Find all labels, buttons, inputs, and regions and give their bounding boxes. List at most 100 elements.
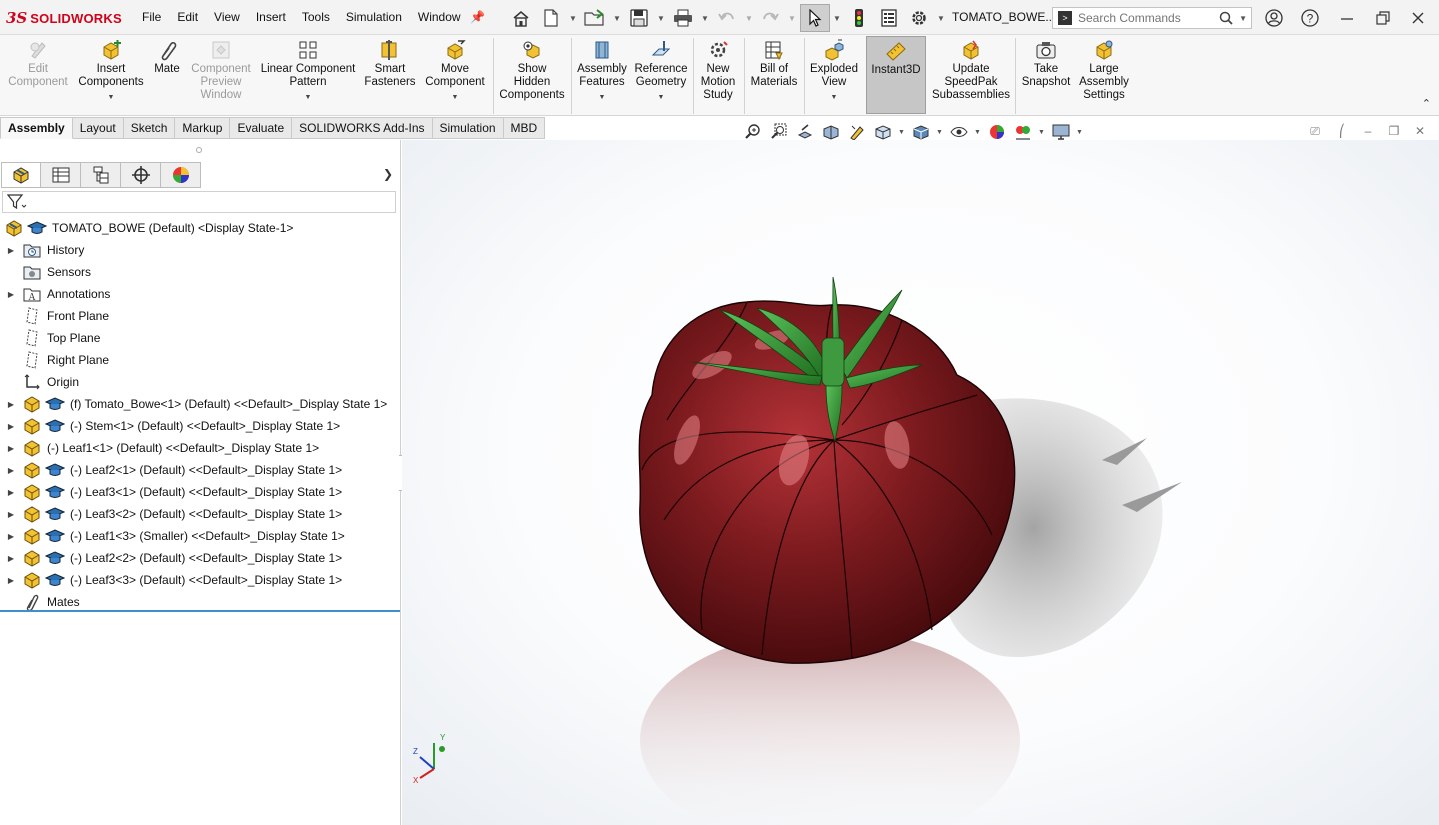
search-icon[interactable] <box>1219 11 1233 28</box>
tree-item-leaf3-1-default-default-displa[interactable]: ▶ (-) Leaf3<1> (Default) <<Default>_Displ… <box>0 481 400 503</box>
instant3d-button[interactable]: Instant3D <box>866 36 926 114</box>
assembly-features-button[interactable]: Assembly Features ▼ <box>574 39 630 104</box>
tree-item-stem-1-default-default-display[interactable]: ▶ (-) Stem<1> (Default) <<Default>_Displa… <box>0 415 400 437</box>
exploded-view-button[interactable]: Exploded View ▼ <box>806 39 862 104</box>
smart-fasteners-button[interactable]: Smart Fasteners <box>362 39 418 89</box>
open-dropdown-icon[interactable]: ▼ <box>613 14 621 23</box>
graphics-area[interactable] <box>402 140 1439 825</box>
component-preview-window-button[interactable]: Component Preview Window <box>188 39 254 102</box>
expand-toggle-icon[interactable]: ▶ <box>0 246 22 255</box>
search-input[interactable] <box>1078 11 1218 25</box>
configurationmanager-tab[interactable] <box>81 162 121 188</box>
menu-file[interactable]: File <box>134 0 169 35</box>
options-dropdown-icon[interactable]: ▼ <box>937 14 945 23</box>
expand-toggle-icon[interactable]: ▶ <box>0 576 22 585</box>
print-icon[interactable] <box>672 6 694 30</box>
tree-item-leaf3-3-default-default-displa[interactable]: ▶ (-) Leaf3<3> (Default) <<Default>_Displ… <box>0 569 400 591</box>
pin-menu-icon[interactable]: 📌 <box>470 10 485 24</box>
expand-toggle-icon[interactable]: ▶ <box>0 488 22 497</box>
menu-simulation[interactable]: Simulation <box>338 0 410 35</box>
undo-icon[interactable] <box>716 6 738 30</box>
reference-triad[interactable]: Y Z X <box>410 731 450 785</box>
move-component-dropdown-icon[interactable]: ▼ <box>422 91 488 104</box>
linear-component-pattern-button[interactable]: Linear Component Pattern ▼ <box>258 39 358 104</box>
mate-button[interactable]: Mate <box>150 39 184 76</box>
redo-icon[interactable] <box>759 6 781 30</box>
save-dropdown-icon[interactable]: ▼ <box>657 14 665 23</box>
tab-sketch[interactable]: Sketch <box>123 117 176 139</box>
select-pointer-icon[interactable] <box>800 4 830 32</box>
minimize-window-icon[interactable] <box>1337 8 1357 28</box>
menu-insert[interactable]: Insert <box>248 0 294 35</box>
print-dropdown-icon[interactable]: ▼ <box>701 14 709 23</box>
viewport-next-icon[interactable]: ⎛ <box>1333 124 1351 140</box>
reference-geometry-dropdown-icon[interactable]: ▼ <box>632 91 690 104</box>
show-hidden-components-button[interactable]: Show Hidden Components <box>496 39 568 102</box>
new-motion-study-button[interactable]: New Motion Study <box>696 39 740 102</box>
tree-item-annotations[interactable]: ▶ A Annotations <box>0 283 400 305</box>
expand-toggle-icon[interactable]: ▶ <box>0 422 22 431</box>
propertymanager-tab[interactable] <box>41 162 81 188</box>
collapse-ribbon-icon[interactable]: ⌃ <box>1422 97 1431 110</box>
expand-toggle-icon[interactable]: ▶ <box>0 290 22 299</box>
view-settings-dropdown-icon[interactable]: ▼ <box>1076 129 1084 136</box>
tree-item-f-tomato-bowe-1-default-defaul[interactable]: ▶ (f) Tomato_Bowe<1> (Default) <<Default>… <box>0 393 400 415</box>
menu-view[interactable]: View <box>206 0 248 35</box>
menu-tools[interactable]: Tools <box>294 0 338 35</box>
large-assembly-settings-button[interactable]: Large Assembly Settings <box>1076 39 1132 102</box>
viewport-close-icon[interactable]: ✕ <box>1411 124 1429 140</box>
tree-item-sensors[interactable]: Sensors <box>0 261 400 283</box>
insert-components-button[interactable]: Insert Components ▼ <box>76 39 146 104</box>
tree-filter-row[interactable] <box>2 191 396 213</box>
redo-dropdown-icon[interactable]: ▼ <box>788 14 796 23</box>
hide-show-items-icon[interactable] <box>948 122 970 142</box>
dynamic-annotation-icon[interactable] <box>846 122 868 142</box>
home-icon[interactable] <box>510 6 532 30</box>
section-view-icon[interactable] <box>820 122 842 142</box>
expand-toggle-icon[interactable]: ▶ <box>0 510 22 519</box>
apply-scene-dropdown-icon[interactable]: ▼ <box>1038 129 1046 136</box>
previous-view-icon[interactable] <box>794 122 816 142</box>
reference-geometry-button[interactable]: Reference Geometry ▼ <box>632 39 690 104</box>
tab-simulation[interactable]: Simulation <box>432 117 504 139</box>
display-manager-tab[interactable] <box>161 162 201 188</box>
tree-item-front-plane[interactable]: Front Plane <box>0 305 400 327</box>
tree-item-history[interactable]: ▶ History <box>0 239 400 261</box>
new-document-icon[interactable] <box>541 6 561 30</box>
viewport-prev-icon[interactable]: ⎚ <box>1306 124 1324 140</box>
featuremanager-tab[interactable] <box>1 162 41 188</box>
viewport-restore-icon[interactable]: ❐ <box>1385 124 1403 140</box>
panel-grip[interactable] <box>196 147 202 153</box>
tree-item-right-plane[interactable]: Right Plane <box>0 349 400 371</box>
expand-toggle-icon[interactable]: ▶ <box>0 554 22 563</box>
take-snapshot-button[interactable]: Take Snapshot <box>1018 39 1074 89</box>
tab-assembly[interactable]: Assembly <box>0 117 73 139</box>
exploded-view-dropdown-icon[interactable]: ▼ <box>806 91 862 104</box>
move-component-button[interactable]: Move Component ▼ <box>422 39 488 104</box>
viewport-minimize-icon[interactable]: – <box>1359 124 1377 140</box>
tree-item-leaf3-2-default-default-displa[interactable]: ▶ (-) Leaf3<2> (Default) <<Default>_Displ… <box>0 503 400 525</box>
display-style-dropdown-icon[interactable]: ▼ <box>936 129 944 136</box>
save-icon[interactable] <box>628 6 650 30</box>
undo-dropdown-icon[interactable]: ▼ <box>745 14 753 23</box>
tomato-model-render[interactable] <box>402 140 1439 825</box>
update-speedpak-button[interactable]: Update SpeedPak Subassemblies <box>930 39 1012 102</box>
tree-rollback-bar[interactable] <box>0 610 400 612</box>
display-style-icon[interactable] <box>910 122 932 142</box>
filter-funnel-icon[interactable] <box>6 194 27 213</box>
assembly-features-dropdown-icon[interactable]: ▼ <box>574 91 630 104</box>
expand-toggle-icon[interactable]: ▶ <box>0 466 22 475</box>
tree-item-leaf1-1-default-default-displa[interactable]: ▶ (-) Leaf1<1> (Default) <<Default>_Displ… <box>0 437 400 459</box>
user-account-icon[interactable] <box>1264 8 1284 28</box>
restore-window-icon[interactable] <box>1373 8 1393 28</box>
tree-item-leaf2-1-default-default-displa[interactable]: ▶ (-) Leaf2<1> (Default) <<Default>_Displ… <box>0 459 400 481</box>
tab-markup[interactable]: Markup <box>175 117 231 139</box>
zoom-to-area-icon[interactable] <box>768 122 790 142</box>
expand-toggle-icon[interactable]: ▶ <box>0 400 22 409</box>
close-window-icon[interactable] <box>1408 8 1428 28</box>
bill-of-materials-button[interactable]: Bill of Materials <box>746 39 802 89</box>
rebuild-traffic-light-icon[interactable] <box>849 6 869 30</box>
tab-solidworks-add-ins[interactable]: SOLIDWORKS Add-Ins <box>292 117 433 139</box>
tree-item-leaf2-2-default-default-displa[interactable]: ▶ (-) Leaf2<2> (Default) <<Default>_Displ… <box>0 547 400 569</box>
file-properties-icon[interactable] <box>878 6 900 30</box>
